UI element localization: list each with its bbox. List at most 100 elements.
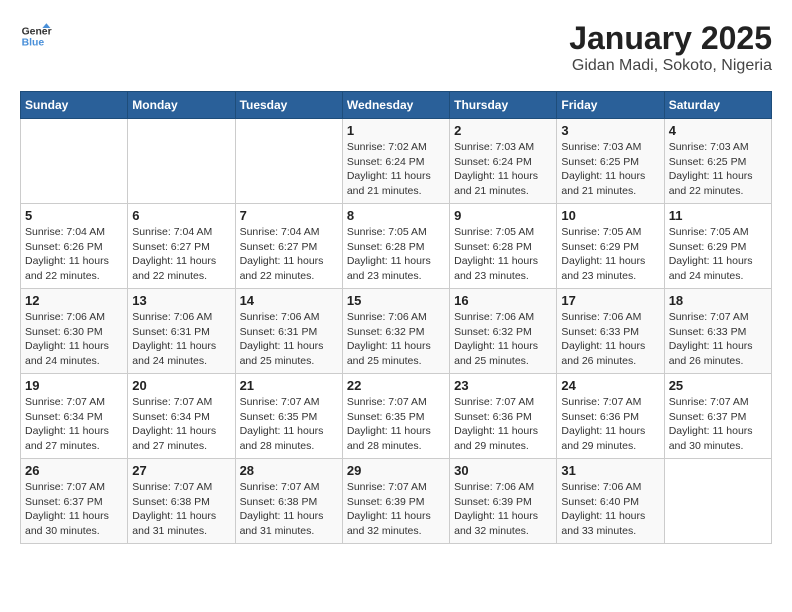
day-info: Sunrise: 7:04 AM Sunset: 6:27 PM Dayligh… bbox=[132, 225, 230, 284]
day-number: 1 bbox=[347, 123, 445, 138]
weekday-header-sunday: Sunday bbox=[21, 92, 128, 119]
day-info: Sunrise: 7:07 AM Sunset: 6:37 PM Dayligh… bbox=[669, 395, 767, 454]
day-number: 10 bbox=[561, 208, 659, 223]
calendar-cell: 15 Sunrise: 7:06 AM Sunset: 6:32 PM Dayli… bbox=[342, 289, 449, 374]
calendar-cell bbox=[664, 459, 771, 544]
day-number: 7 bbox=[240, 208, 338, 223]
day-info: Sunrise: 7:07 AM Sunset: 6:35 PM Dayligh… bbox=[240, 395, 338, 454]
calendar-cell: 17 Sunrise: 7:06 AM Sunset: 6:33 PM Dayli… bbox=[557, 289, 664, 374]
calendar-cell: 1 Sunrise: 7:02 AM Sunset: 6:24 PM Daylig… bbox=[342, 119, 449, 204]
day-number: 21 bbox=[240, 378, 338, 393]
day-info: Sunrise: 7:03 AM Sunset: 6:25 PM Dayligh… bbox=[561, 140, 659, 199]
calendar-cell: 25 Sunrise: 7:07 AM Sunset: 6:37 PM Dayli… bbox=[664, 374, 771, 459]
day-number: 6 bbox=[132, 208, 230, 223]
day-info: Sunrise: 7:05 AM Sunset: 6:28 PM Dayligh… bbox=[347, 225, 445, 284]
calendar-cell: 24 Sunrise: 7:07 AM Sunset: 6:36 PM Dayli… bbox=[557, 374, 664, 459]
day-number: 16 bbox=[454, 293, 552, 308]
day-number: 28 bbox=[240, 463, 338, 478]
calendar-cell: 30Sunrise: 7:06 AM Sunset: 6:39 PM Dayli… bbox=[450, 459, 557, 544]
day-number: 13 bbox=[132, 293, 230, 308]
day-info: Sunrise: 7:05 AM Sunset: 6:29 PM Dayligh… bbox=[561, 225, 659, 284]
calendar-cell: 9 Sunrise: 7:05 AM Sunset: 6:28 PM Daylig… bbox=[450, 204, 557, 289]
day-info: Sunrise: 7:07 AM Sunset: 6:33 PM Dayligh… bbox=[669, 310, 767, 369]
calendar-cell bbox=[21, 119, 128, 204]
day-info: Sunrise: 7:06 AM Sunset: 6:40 PM Dayligh… bbox=[561, 480, 659, 539]
day-number: 8 bbox=[347, 208, 445, 223]
calendar-cell: 31 Sunrise: 7:06 AM Sunset: 6:40 PM Dayli… bbox=[557, 459, 664, 544]
calendar-cell: 10 Sunrise: 7:05 AM Sunset: 6:29 PM Dayli… bbox=[557, 204, 664, 289]
calendar-cell: 5 Sunrise: 7:04 AM Sunset: 6:26 PM Daylig… bbox=[21, 204, 128, 289]
day-info: Sunrise: 7:07 AM Sunset: 6:34 PM Dayligh… bbox=[132, 395, 230, 454]
day-number: 30 bbox=[454, 463, 552, 478]
calendar-cell: 22Sunrise: 7:07 AM Sunset: 6:35 PM Dayli… bbox=[342, 374, 449, 459]
svg-text:Blue: Blue bbox=[22, 38, 45, 49]
day-number: 23 bbox=[454, 378, 552, 393]
page-header: General Blue January 2025 Gidan Madi, So… bbox=[20, 20, 772, 75]
calendar-cell: 12 Sunrise: 7:06 AM Sunset: 6:30 PM Dayli… bbox=[21, 289, 128, 374]
day-number: 11 bbox=[669, 208, 767, 223]
day-info: Sunrise: 7:05 AM Sunset: 6:28 PM Dayligh… bbox=[454, 225, 552, 284]
day-info: Sunrise: 7:07 AM Sunset: 6:36 PM Dayligh… bbox=[454, 395, 552, 454]
day-number: 24 bbox=[561, 378, 659, 393]
calendar-cell bbox=[128, 119, 235, 204]
calendar-cell: 23 Sunrise: 7:07 AM Sunset: 6:36 PM Dayli… bbox=[450, 374, 557, 459]
calendar-cell: 7 Sunrise: 7:04 AM Sunset: 6:27 PM Daylig… bbox=[235, 204, 342, 289]
day-info: Sunrise: 7:04 AM Sunset: 6:26 PM Dayligh… bbox=[25, 225, 123, 284]
calendar-cell: 3Sunrise: 7:03 AM Sunset: 6:25 PM Daylig… bbox=[557, 119, 664, 204]
day-info: Sunrise: 7:03 AM Sunset: 6:25 PM Dayligh… bbox=[669, 140, 767, 199]
calendar-cell: 18Sunrise: 7:07 AM Sunset: 6:33 PM Dayli… bbox=[664, 289, 771, 374]
calendar-week-3: 12 Sunrise: 7:06 AM Sunset: 6:30 PM Dayli… bbox=[21, 289, 772, 374]
day-info: Sunrise: 7:07 AM Sunset: 6:36 PM Dayligh… bbox=[561, 395, 659, 454]
calendar-cell: 13 Sunrise: 7:06 AM Sunset: 6:31 PM Dayli… bbox=[128, 289, 235, 374]
day-number: 20 bbox=[132, 378, 230, 393]
calendar-cell: 28 Sunrise: 7:07 AM Sunset: 6:38 PM Dayli… bbox=[235, 459, 342, 544]
calendar-cell: 4Sunrise: 7:03 AM Sunset: 6:25 PM Daylig… bbox=[664, 119, 771, 204]
day-info: Sunrise: 7:02 AM Sunset: 6:24 PM Dayligh… bbox=[347, 140, 445, 199]
weekday-header-monday: Monday bbox=[128, 92, 235, 119]
day-info: Sunrise: 7:06 AM Sunset: 6:30 PM Dayligh… bbox=[25, 310, 123, 369]
weekday-header-tuesday: Tuesday bbox=[235, 92, 342, 119]
calendar-cell: 2Sunrise: 7:03 AM Sunset: 6:24 PM Daylig… bbox=[450, 119, 557, 204]
day-number: 17 bbox=[561, 293, 659, 308]
day-number: 14 bbox=[240, 293, 338, 308]
day-info: Sunrise: 7:07 AM Sunset: 6:38 PM Dayligh… bbox=[132, 480, 230, 539]
day-number: 12 bbox=[25, 293, 123, 308]
day-number: 29 bbox=[347, 463, 445, 478]
calendar-cell bbox=[235, 119, 342, 204]
day-info: Sunrise: 7:07 AM Sunset: 6:39 PM Dayligh… bbox=[347, 480, 445, 539]
calendar-cell: 19Sunrise: 7:07 AM Sunset: 6:34 PM Dayli… bbox=[21, 374, 128, 459]
day-info: Sunrise: 7:07 AM Sunset: 6:37 PM Dayligh… bbox=[25, 480, 123, 539]
calendar-week-2: 5 Sunrise: 7:04 AM Sunset: 6:26 PM Daylig… bbox=[21, 204, 772, 289]
calendar-subtitle: Gidan Madi, Sokoto, Nigeria bbox=[569, 57, 772, 75]
day-info: Sunrise: 7:06 AM Sunset: 6:32 PM Dayligh… bbox=[347, 310, 445, 369]
day-number: 27 bbox=[132, 463, 230, 478]
day-number: 31 bbox=[561, 463, 659, 478]
day-info: Sunrise: 7:07 AM Sunset: 6:38 PM Dayligh… bbox=[240, 480, 338, 539]
day-number: 5 bbox=[25, 208, 123, 223]
calendar-cell: 21 Sunrise: 7:07 AM Sunset: 6:35 PM Dayli… bbox=[235, 374, 342, 459]
day-number: 2 bbox=[454, 123, 552, 138]
calendar-cell: 27 Sunrise: 7:07 AM Sunset: 6:38 PM Dayli… bbox=[128, 459, 235, 544]
day-number: 26 bbox=[25, 463, 123, 478]
weekday-header-row: SundayMondayTuesdayWednesdayThursdayFrid… bbox=[21, 92, 772, 119]
day-info: Sunrise: 7:04 AM Sunset: 6:27 PM Dayligh… bbox=[240, 225, 338, 284]
weekday-header-saturday: Saturday bbox=[664, 92, 771, 119]
day-info: Sunrise: 7:06 AM Sunset: 6:31 PM Dayligh… bbox=[132, 310, 230, 369]
day-info: Sunrise: 7:06 AM Sunset: 6:33 PM Dayligh… bbox=[561, 310, 659, 369]
day-number: 15 bbox=[347, 293, 445, 308]
calendar-cell: 14 Sunrise: 7:06 AM Sunset: 6:31 PM Dayli… bbox=[235, 289, 342, 374]
day-number: 9 bbox=[454, 208, 552, 223]
calendar-cell: 6 Sunrise: 7:04 AM Sunset: 6:27 PM Daylig… bbox=[128, 204, 235, 289]
title-block: January 2025 Gidan Madi, Sokoto, Nigeria bbox=[569, 20, 772, 75]
calendar-cell: 16Sunrise: 7:06 AM Sunset: 6:32 PM Dayli… bbox=[450, 289, 557, 374]
logo-icon: General Blue bbox=[20, 20, 52, 52]
calendar-week-5: 26 Sunrise: 7:07 AM Sunset: 6:37 PM Dayli… bbox=[21, 459, 772, 544]
day-info: Sunrise: 7:06 AM Sunset: 6:31 PM Dayligh… bbox=[240, 310, 338, 369]
day-number: 22 bbox=[347, 378, 445, 393]
svg-text:General: General bbox=[22, 26, 52, 37]
day-number: 25 bbox=[669, 378, 767, 393]
logo: General Blue bbox=[20, 20, 52, 52]
calendar-cell: 26 Sunrise: 7:07 AM Sunset: 6:37 PM Dayli… bbox=[21, 459, 128, 544]
calendar-title: January 2025 bbox=[569, 20, 772, 57]
calendar-cell: 11Sunrise: 7:05 AM Sunset: 6:29 PM Dayli… bbox=[664, 204, 771, 289]
